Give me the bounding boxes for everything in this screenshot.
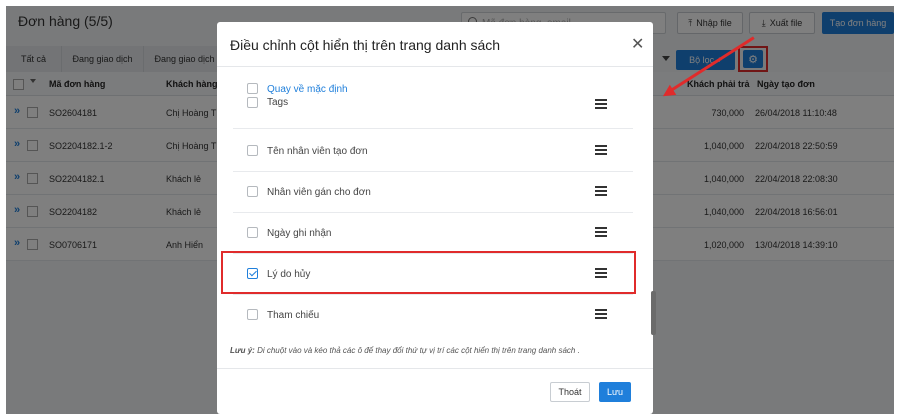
dialog-title: Điều chỉnh cột hiển thị trên trang danh … [230,37,501,53]
column-checkbox[interactable] [247,97,258,108]
drag-handle-icon[interactable] [595,227,607,237]
cancel-button[interactable]: Thoát [550,382,590,402]
drag-handle-icon[interactable] [595,99,607,109]
divider [217,66,653,67]
highlight-box [221,251,636,294]
drag-handle-icon[interactable] [595,186,607,196]
column-label: Tham chiếu [267,310,320,321]
column-label: Nhân viên gán cho đơn [267,187,371,198]
note-text: Di chuột vào và kéo thả các ô để thay đổ… [257,346,580,355]
save-button[interactable]: Lưu [599,382,631,402]
column-checkbox[interactable] [247,145,258,156]
column-label: Tags [267,97,289,108]
list-item[interactable]: Tags [233,90,633,129]
note-prefix: Lưu ý: [230,346,255,355]
usage-note: Lưu ý: Di chuột vào và kéo thả các ô để … [230,346,580,355]
drag-handle-icon[interactable] [595,309,607,319]
list-item[interactable]: Tên nhân viên tạo đơn [233,131,633,172]
drag-handle-icon[interactable] [595,145,607,155]
column-checkbox[interactable] [247,309,258,320]
list-item[interactable]: Tham chiếu [233,295,633,332]
close-icon[interactable]: ✕ [631,34,644,54]
column-label: Tên nhân viên tạo đơn [267,146,368,157]
column-checkbox[interactable] [247,227,258,238]
list-item[interactable]: Ngày ghi nhận [233,213,633,254]
column-label: Ngày ghi nhận [267,228,332,239]
scrollbar[interactable] [651,291,656,335]
list-item[interactable]: Nhân viên gán cho đơn [233,172,633,213]
column-checkbox[interactable] [247,186,258,197]
column-settings-dialog: Điều chỉnh cột hiển thị trên trang danh … [217,22,653,414]
divider [217,368,653,369]
